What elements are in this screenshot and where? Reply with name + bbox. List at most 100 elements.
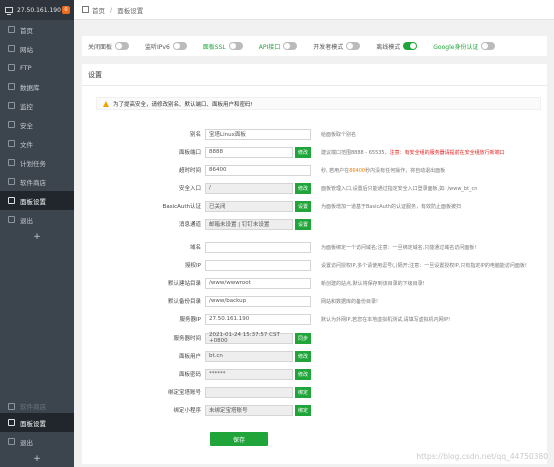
sidebar-bottom-item-1[interactable]: 面板设置: [0, 413, 74, 432]
field-input[interactable]: bt.cn: [205, 350, 293, 362]
field-input[interactable]: ******: [205, 368, 293, 380]
add-menu-button[interactable]: +: [0, 229, 74, 245]
database-icon: [8, 83, 15, 90]
sidebar-item-5[interactable]: 安全: [0, 115, 74, 134]
field-label: 域名: [189, 245, 201, 251]
field-input[interactable]: 宝塔Linux面板: [205, 128, 311, 140]
gear-icon: [8, 197, 15, 204]
notification-badge[interactable]: 0: [62, 6, 70, 14]
logout-icon: [8, 438, 15, 445]
sidebar-item-4[interactable]: 监控: [0, 96, 74, 115]
field-hint: 给面板取个别名: [321, 131, 357, 138]
field-label: 默认建站目录: [167, 281, 201, 287]
field-label: 授权IP: [185, 263, 201, 269]
hint-warning: 注意：有安全组的服务器请提前在安全组放行新端口: [389, 149, 505, 156]
sidebar-item-9[interactable]: 面板设置: [0, 191, 74, 210]
field-input[interactable]: [205, 386, 293, 398]
monitor-icon: [5, 7, 13, 15]
toggle-label: 离线模式: [376, 43, 401, 51]
hint-text: 秒, 若用户在: [321, 167, 350, 174]
toggle-switch[interactable]: [228, 42, 243, 50]
sidebar-item-label: 面板设置: [20, 419, 46, 428]
field-hint: 面板管理入口,设置后只能通过指定安全入口登录面板,如: /www_bt_cn: [321, 185, 478, 192]
form-row: 域名 为面板绑定一个访问域名;注意：一旦绑定域名,只能通过域名访问面板!: [82, 241, 547, 253]
field-input[interactable]: [205, 241, 311, 253]
breadcrumb-home[interactable]: 首页: [92, 5, 105, 15]
toggle-label: 开发者模式: [313, 43, 344, 51]
sidebar-item-0[interactable]: 首页: [0, 20, 74, 39]
globe-icon: [8, 45, 15, 52]
field-input[interactable]: 邮箱未设置 | 钉钉未设置: [205, 218, 293, 230]
field-input[interactable]: /: [205, 182, 293, 194]
sidebar-bottom-item-0[interactable]: 软件商店: [0, 399, 74, 413]
field-input[interactable]: 27.50.161.190: [205, 313, 311, 325]
toggle-switch[interactable]: [346, 42, 361, 50]
field-label: 绑定小程序: [173, 408, 201, 414]
form-row: BasicAuth认证 已关闭 设置 为面板增加一道基于BasicAuth的认证服务，…: [82, 200, 547, 212]
sidebar-bottom-item-2[interactable]: 退出: [0, 432, 74, 451]
toggle-switch[interactable]: [481, 42, 496, 50]
toggle-label: 关闭面板: [88, 43, 113, 51]
settings-panel: 设置 为了提高安全，请修改别名、默认端口、面板用户和密码! 别名 宝塔Linux面…: [82, 64, 547, 464]
home-icon[interactable]: [82, 6, 89, 13]
add-menu-button-bottom[interactable]: +: [0, 451, 74, 467]
field-action-button[interactable]: 设置: [295, 218, 311, 230]
field-action-button[interactable]: 修改: [295, 350, 311, 362]
sidebar-item-1[interactable]: 网站: [0, 39, 74, 58]
warning-icon: [103, 100, 109, 107]
save-button[interactable]: 保存: [210, 432, 268, 446]
home-icon: [8, 26, 15, 33]
field-input[interactable]: 2021-01-24 15:37:57 CST +0800: [205, 332, 293, 344]
field-hint: 建议端口范围8888 - 65535，注意：有安全组的服务器请提前在安全组放行新…: [321, 149, 505, 156]
toggle-switch[interactable]: [283, 42, 298, 50]
sidebar-item-7[interactable]: 计划任务: [0, 153, 74, 172]
field-input[interactable]: /www/wwwroot: [205, 277, 311, 289]
field-action-button[interactable]: 修改: [295, 182, 311, 194]
form-row: 超时时间 86400 秒, 若用户在86400秒内没有任何操作，将自动退出面板: [82, 164, 547, 176]
store-icon: [8, 178, 15, 185]
clock-icon: [8, 159, 15, 166]
field-action-button[interactable]: 绑定: [295, 404, 311, 416]
field-action-button[interactable]: 绑定: [295, 386, 311, 398]
breadcrumb-current: 面板设置: [117, 6, 144, 15]
field-input[interactable]: 未绑定宝塔账号: [205, 404, 293, 416]
sidebar-item-label: 文件: [20, 140, 33, 149]
sidebar-item-8[interactable]: 软件商店: [0, 172, 74, 191]
sidebar: 27.50.161.190 0 首页 网站 FTP 数据库 监控 安全 文件 计划任务 软件商店…: [0, 0, 74, 467]
field-label: 服务器IP: [179, 317, 201, 323]
form-row: 面板密码 ****** 修改: [82, 368, 547, 380]
watermark: https://blog.csdn.net/qq_44750380: [416, 452, 548, 461]
sidebar-item-3[interactable]: 数据库: [0, 77, 74, 96]
toggle-6: Google身份认证: [433, 42, 496, 51]
sidebar-item-label: 计划任务: [20, 159, 46, 168]
field-label: 服务器时间: [173, 336, 201, 342]
field-input[interactable]: 8888: [205, 146, 293, 158]
field-input[interactable]: 86400: [205, 164, 311, 176]
field-label: 别名: [189, 132, 201, 138]
field-action-button[interactable]: 同步: [295, 332, 311, 344]
field-input[interactable]: /www/backup: [205, 295, 311, 307]
field-input[interactable]: [205, 259, 311, 271]
field-action-button[interactable]: 修改: [295, 146, 311, 158]
toggle-switch[interactable]: [172, 42, 187, 50]
store-icon: [8, 402, 15, 410]
monitor-icon: [8, 102, 15, 109]
sidebar-item-2[interactable]: FTP: [0, 58, 74, 77]
toggle-switch[interactable]: [115, 42, 130, 50]
field-label: 消息通道: [178, 222, 201, 228]
form-row: 默认备份目录/www/backup 网站和数据库的备份目录!: [82, 295, 547, 307]
form-row: 别名 宝塔Linux面板 给面板取个别名: [82, 128, 547, 140]
toggle-switch[interactable]: [403, 42, 418, 50]
hint-highlight: 86400: [349, 167, 366, 174]
field-action-button[interactable]: 修改: [295, 368, 311, 380]
field-hint: 为面板增加一道基于BasicAuth的认证服务，有效防止面板被扫: [321, 203, 461, 210]
toggle-label: 面板SSL: [202, 43, 226, 51]
form-row: 授权IP 设置访问授权IP,多个请使用逗号(,)隔开;注意：一旦设置授权IP,只有…: [82, 259, 547, 271]
sidebar-item-10[interactable]: 退出: [0, 210, 74, 229]
sidebar-item-6[interactable]: 文件: [0, 134, 74, 153]
ftp-icon: [8, 64, 15, 71]
field-label: BasicAuth认证: [162, 204, 201, 210]
field-label: 默认备份目录: [167, 299, 201, 305]
field-input[interactable]: 已关闭: [205, 200, 293, 212]
field-action-button[interactable]: 设置: [295, 200, 311, 212]
